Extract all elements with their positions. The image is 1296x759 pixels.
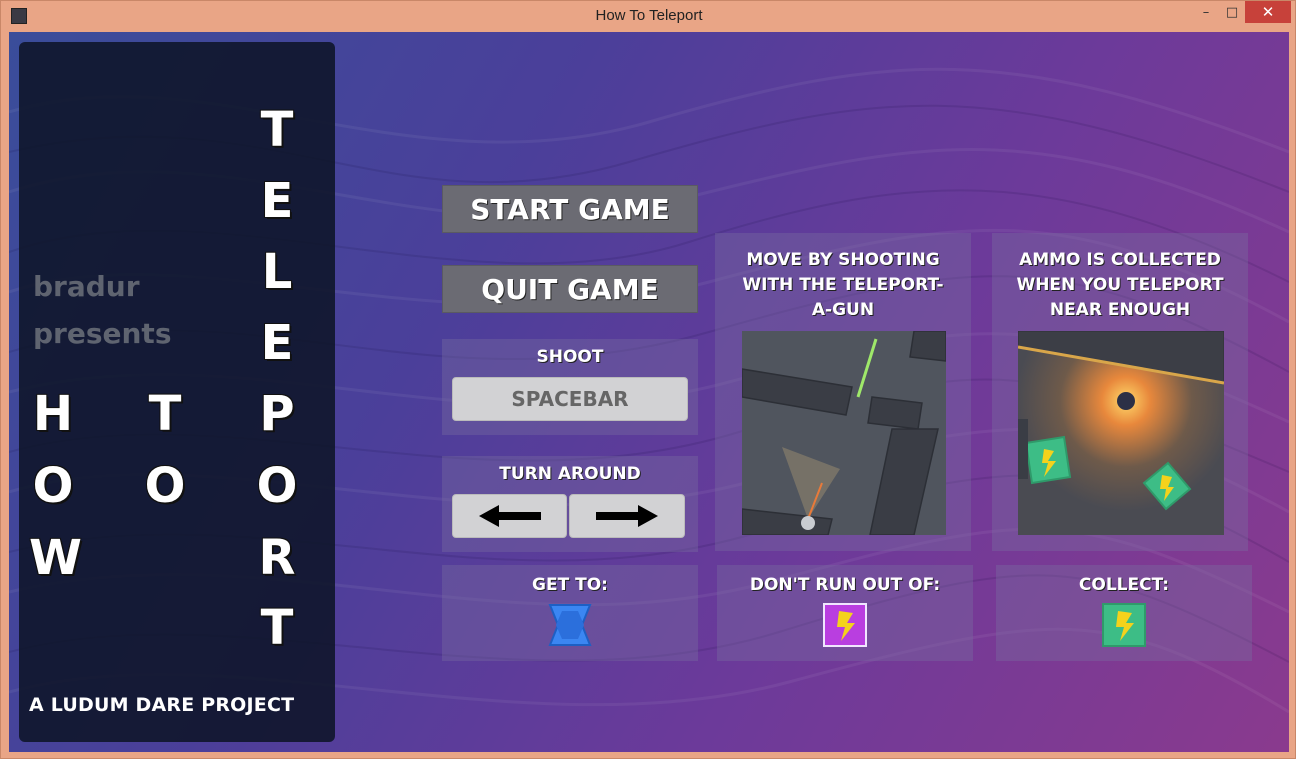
collect-heading: COLLECT:	[1078, 575, 1170, 595]
turn-left-key[interactable]	[452, 494, 567, 538]
title-letter-how-1: H	[32, 386, 74, 442]
spacebar-key[interactable]: SPACEBAR	[452, 377, 688, 421]
title-letter-teleport-1: T	[260, 102, 294, 158]
title-letter-teleport-4: E	[260, 315, 294, 371]
teleport-gun-scene	[742, 331, 946, 535]
move-tip-panel: MOVE BY SHOOTING WITH THE TELEPORT-A-GUN	[715, 233, 971, 551]
ammo-tip-panel: AMMO IS COLLECTED WHEN YOU TELEPORT NEAR…	[992, 233, 1248, 551]
quit-game-button[interactable]: QUIT GAME	[442, 265, 698, 313]
presenter-name: bradur	[33, 270, 140, 303]
title-letter-how-3: W	[29, 530, 82, 586]
game-viewport: bradur presents H O W T O T E L E P O R …	[9, 32, 1289, 752]
title-letter-teleport-8: T	[260, 600, 294, 656]
sidebar-panel: bradur presents H O W T O T E L E P O R …	[19, 42, 335, 742]
close-button[interactable]: ✕	[1245, 1, 1291, 23]
maximize-button[interactable]: □	[1219, 1, 1245, 23]
shoot-panel: SHOOT SPACEBAR	[442, 339, 698, 435]
ludum-dare-credit: A LUDUM DARE PROJECT	[29, 694, 295, 716]
ammo-tip-text: AMMO IS COLLECTED WHEN YOU TELEPORT NEAR…	[1016, 250, 1224, 320]
collect-panel: COLLECT:	[996, 565, 1252, 661]
turn-right-key[interactable]	[569, 494, 685, 538]
title-letter-teleport-3: L	[261, 244, 293, 300]
green-lightning-icon	[1102, 603, 1146, 647]
move-tip-text: MOVE BY SHOOTING WITH THE TELEPORT-A-GUN	[742, 250, 944, 320]
minimize-button[interactable]: –	[1193, 1, 1219, 23]
title-letter-how-2: O	[32, 458, 74, 514]
purple-lightning-icon	[823, 603, 867, 647]
title-bar[interactable]: How To Teleport – □ ✕	[1, 1, 1296, 31]
game-window: How To Teleport – □ ✕ bradur presents H …	[0, 0, 1296, 759]
teleport-gun-screenshot	[742, 331, 946, 535]
turn-around-panel: TURN AROUND	[442, 456, 698, 552]
spacebar-label: SPACEBAR	[511, 387, 629, 411]
window-title: How To Teleport	[595, 7, 703, 24]
presenter-verb: presents	[33, 317, 172, 350]
right-arrow-icon	[596, 505, 658, 527]
ammo-collect-screenshot	[1018, 331, 1224, 535]
get-to-panel: GET TO:	[442, 565, 698, 661]
get-to-heading: GET TO:	[532, 575, 608, 595]
title-letter-teleport-5: P	[259, 386, 295, 442]
turn-around-heading: TURN AROUND	[499, 464, 641, 484]
ammo-collect-scene	[1018, 331, 1224, 535]
dont-run-out-heading: DON'T RUN OUT OF:	[749, 575, 941, 595]
title-letter-teleport-6: O	[256, 458, 298, 514]
left-arrow-icon	[478, 505, 541, 527]
title-letter-teleport-2: E	[260, 173, 294, 229]
title-letter-teleport-7: R	[258, 530, 296, 586]
blue-portal-icon	[548, 604, 592, 646]
shoot-heading: SHOOT	[536, 347, 604, 367]
dont-run-out-panel: DON'T RUN OUT OF:	[717, 565, 973, 661]
start-game-button[interactable]: START GAME	[442, 185, 698, 233]
title-letter-to-2: O	[144, 458, 186, 514]
title-letter-to-1: T	[148, 386, 182, 442]
